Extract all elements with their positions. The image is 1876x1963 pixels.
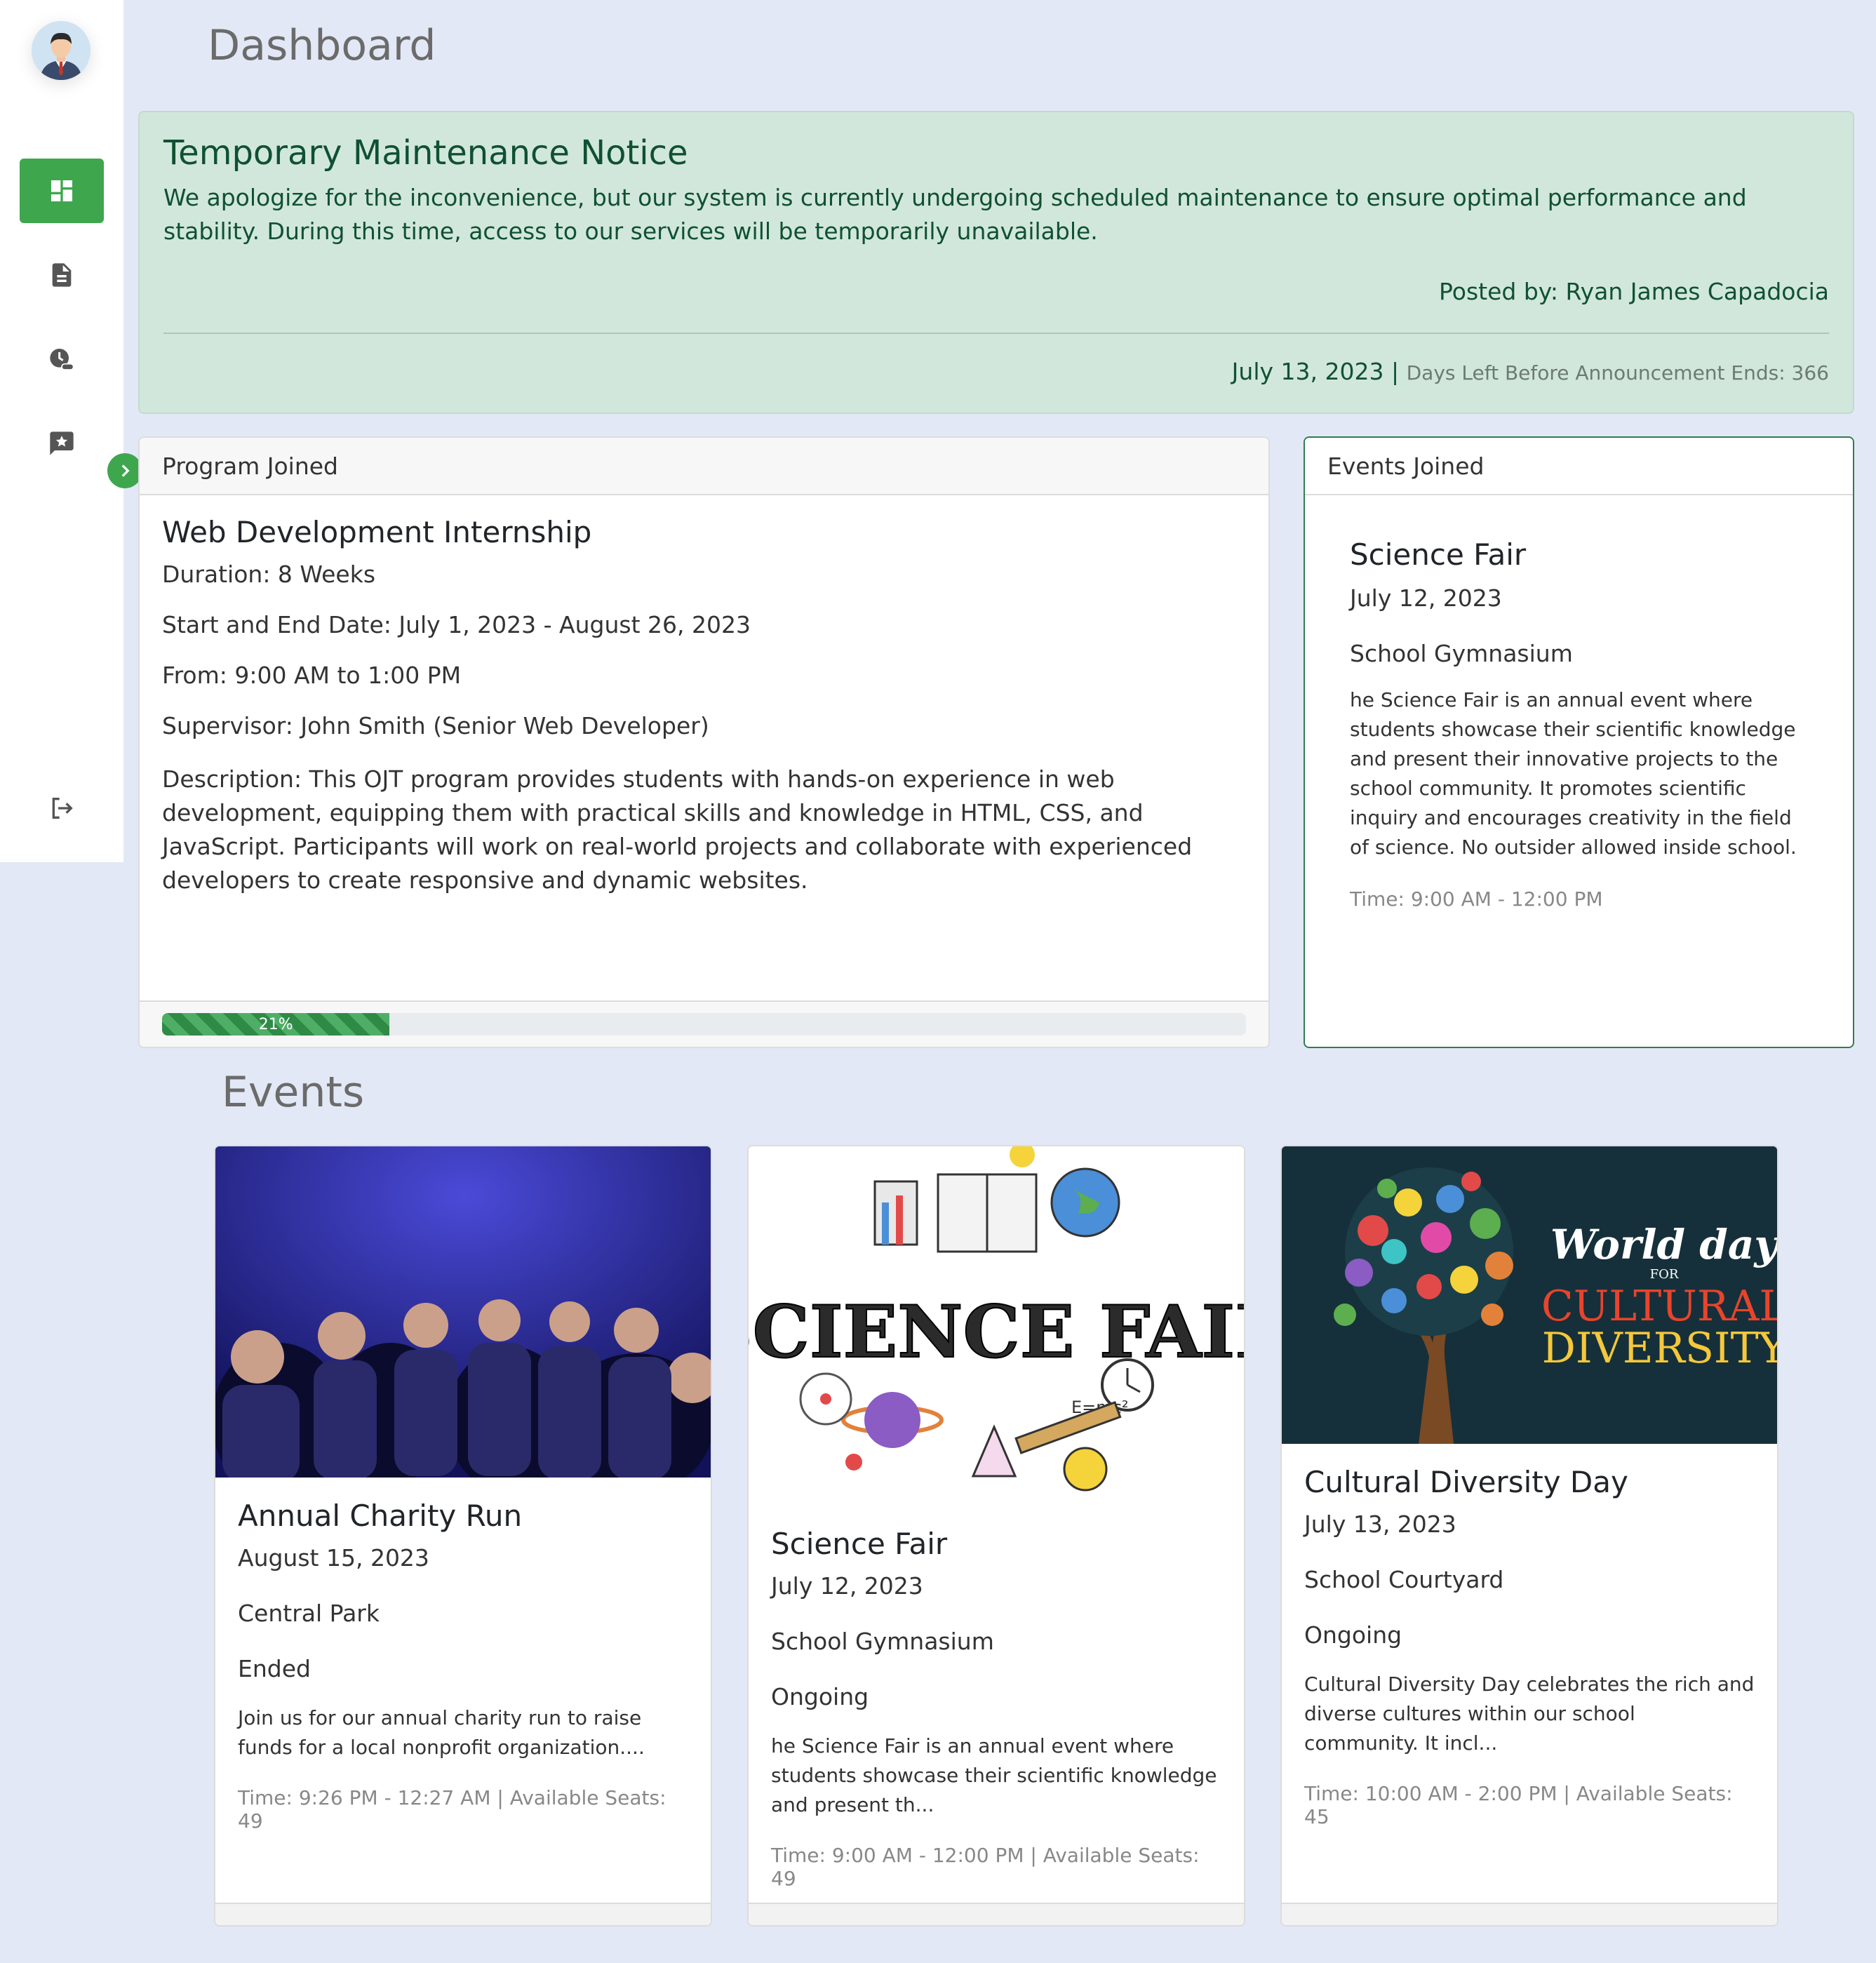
event-title[interactable]: Science Fair xyxy=(771,1527,1221,1561)
sidebar-toggle-button[interactable] xyxy=(107,453,142,488)
document-icon xyxy=(52,263,72,287)
event-date: August 15, 2023 xyxy=(238,1544,429,1572)
page-title: Dashboard xyxy=(208,21,436,70)
program-joined-card: Program Joined Web Development Internshi… xyxy=(138,436,1270,1048)
joined-event-date: July 12, 2023 xyxy=(1350,584,1502,612)
svg-text:World day: World day xyxy=(1550,1221,1777,1268)
cultural-diversity-heading: World day FOR CULTURAL DIVERSITY xyxy=(1541,1221,1777,1373)
announcement-days-left: Days Left Before Announcement Ends: 366 xyxy=(1406,361,1829,384)
program-duration: Duration: 8 Weeks xyxy=(162,561,376,588)
event-location: Central Park xyxy=(238,1600,380,1627)
program-progress-footer: 21% xyxy=(140,1000,1268,1047)
joined-event-location: School Gymnasium xyxy=(1350,640,1573,667)
event-image: SCIENCE FAIR E=mc² xyxy=(749,1146,1244,1506)
logout-icon xyxy=(52,798,73,819)
events-joined-header: Events Joined xyxy=(1305,438,1853,495)
event-card[interactable]: Annual Charity Run August 15, 2023 Centr… xyxy=(214,1145,712,1927)
event-time: Time: 9:00 AM - 12:00 PM | Available Sea… xyxy=(771,1844,1200,1890)
events-joined-card: Events Joined Science Fair July 12, 2023… xyxy=(1304,436,1854,1048)
event-date: July 12, 2023 xyxy=(771,1572,923,1600)
program-progress-fill: 21% xyxy=(162,1013,390,1036)
event-card-footer xyxy=(1282,1903,1777,1925)
program-joined-header: Program Joined xyxy=(140,438,1268,495)
joined-event-time: Time: 9:00 AM - 12:00 PM xyxy=(1350,887,1603,911)
event-image: World day FOR CULTURAL DIVERSITY xyxy=(1282,1146,1777,1444)
program-progress-bar: 21% xyxy=(162,1013,1246,1036)
handprint-tree-poster: World day FOR CULTURAL DIVERSITY xyxy=(1282,1146,1777,1444)
announcement-body: We apologize for the inconvenience, but … xyxy=(163,184,1747,245)
announcement-author: Posted by: Ryan James Capadocia xyxy=(1439,278,1829,305)
program-supervisor: Supervisor: John Smith (Senior Web Devel… xyxy=(162,712,709,739)
user-avatar-icon xyxy=(32,21,91,80)
event-time: Time: 9:26 PM - 12:27 AM | Available Sea… xyxy=(238,1786,666,1833)
program-title: Web Development Internship xyxy=(162,515,592,549)
event-card[interactable]: SCIENCE FAIR E=mc² Science Fair July 12,… xyxy=(747,1145,1245,1927)
avatar[interactable] xyxy=(32,21,91,80)
sidebar-item-dashboard[interactable] xyxy=(20,159,104,223)
event-title[interactable]: Cultural Diversity Day xyxy=(1304,1465,1755,1499)
sidebar xyxy=(0,0,123,862)
event-image xyxy=(215,1146,711,1478)
svg-text:SCIENCE FAIR: SCIENCE FAIR xyxy=(749,1290,1244,1374)
announcement-date: July 13, 2023 xyxy=(1231,358,1384,385)
event-status: Ongoing xyxy=(1304,1621,1402,1649)
sidebar-item-history[interactable] xyxy=(20,327,104,391)
svg-text:DIVERSITY: DIVERSITY xyxy=(1542,1324,1777,1373)
program-description: Description: This OJT program provides s… xyxy=(162,765,1193,894)
divider xyxy=(163,333,1829,334)
announcement-footer: July 13, 2023 | Days Left Before Announc… xyxy=(1232,358,1829,385)
event-description: Cultural Diversity Day celebrates the ri… xyxy=(1304,1673,1755,1755)
feedback-icon xyxy=(50,431,74,455)
sidebar-item-documents[interactable] xyxy=(20,243,104,307)
separator: | xyxy=(1391,358,1400,385)
event-location: School Courtyard xyxy=(1304,1566,1504,1593)
announcement-title: Temporary Maintenance Notice xyxy=(163,133,688,173)
history-icon xyxy=(50,349,74,370)
event-date: July 13, 2023 xyxy=(1304,1510,1456,1538)
event-status: Ended xyxy=(238,1655,311,1682)
sidebar-item-feedback[interactable] xyxy=(20,411,104,476)
joined-event-title[interactable]: Science Fair xyxy=(1350,537,1808,572)
svg-text:FOR: FOR xyxy=(1650,1267,1679,1282)
events-section-title: Events xyxy=(222,1068,365,1117)
event-title[interactable]: Annual Charity Run xyxy=(238,1499,688,1533)
event-card-footer xyxy=(749,1903,1244,1925)
audience-photo xyxy=(215,1146,711,1478)
event-description: he Science Fair is an annual event where… xyxy=(771,1734,1217,1816)
science-fair-illustration: SCIENCE FAIR E=mc² xyxy=(749,1146,1244,1506)
event-location: School Gymnasium xyxy=(771,1628,994,1655)
chevron-right-icon xyxy=(121,464,130,477)
announcement-card: Temporary Maintenance Notice We apologiz… xyxy=(138,111,1854,414)
event-description: Join us for our annual charity run to ra… xyxy=(238,1706,645,1759)
dashboard-icon xyxy=(51,180,72,201)
program-dates: Start and End Date: July 1, 2023 - Augus… xyxy=(162,611,751,638)
joined-event-description: he Science Fair is an annual event where… xyxy=(1350,688,1797,859)
program-hours: From: 9:00 AM to 1:00 PM xyxy=(162,662,462,689)
event-card-footer xyxy=(215,1903,711,1925)
event-card[interactable]: World day FOR CULTURAL DIVERSITY Cultura… xyxy=(1280,1145,1778,1927)
science-fair-heading: SCIENCE FAIR xyxy=(749,1289,1244,1375)
sidebar-item-logout[interactable] xyxy=(20,776,104,840)
event-time: Time: 10:00 AM - 2:00 PM | Available Sea… xyxy=(1304,1782,1733,1828)
event-status: Ongoing xyxy=(771,1683,869,1710)
